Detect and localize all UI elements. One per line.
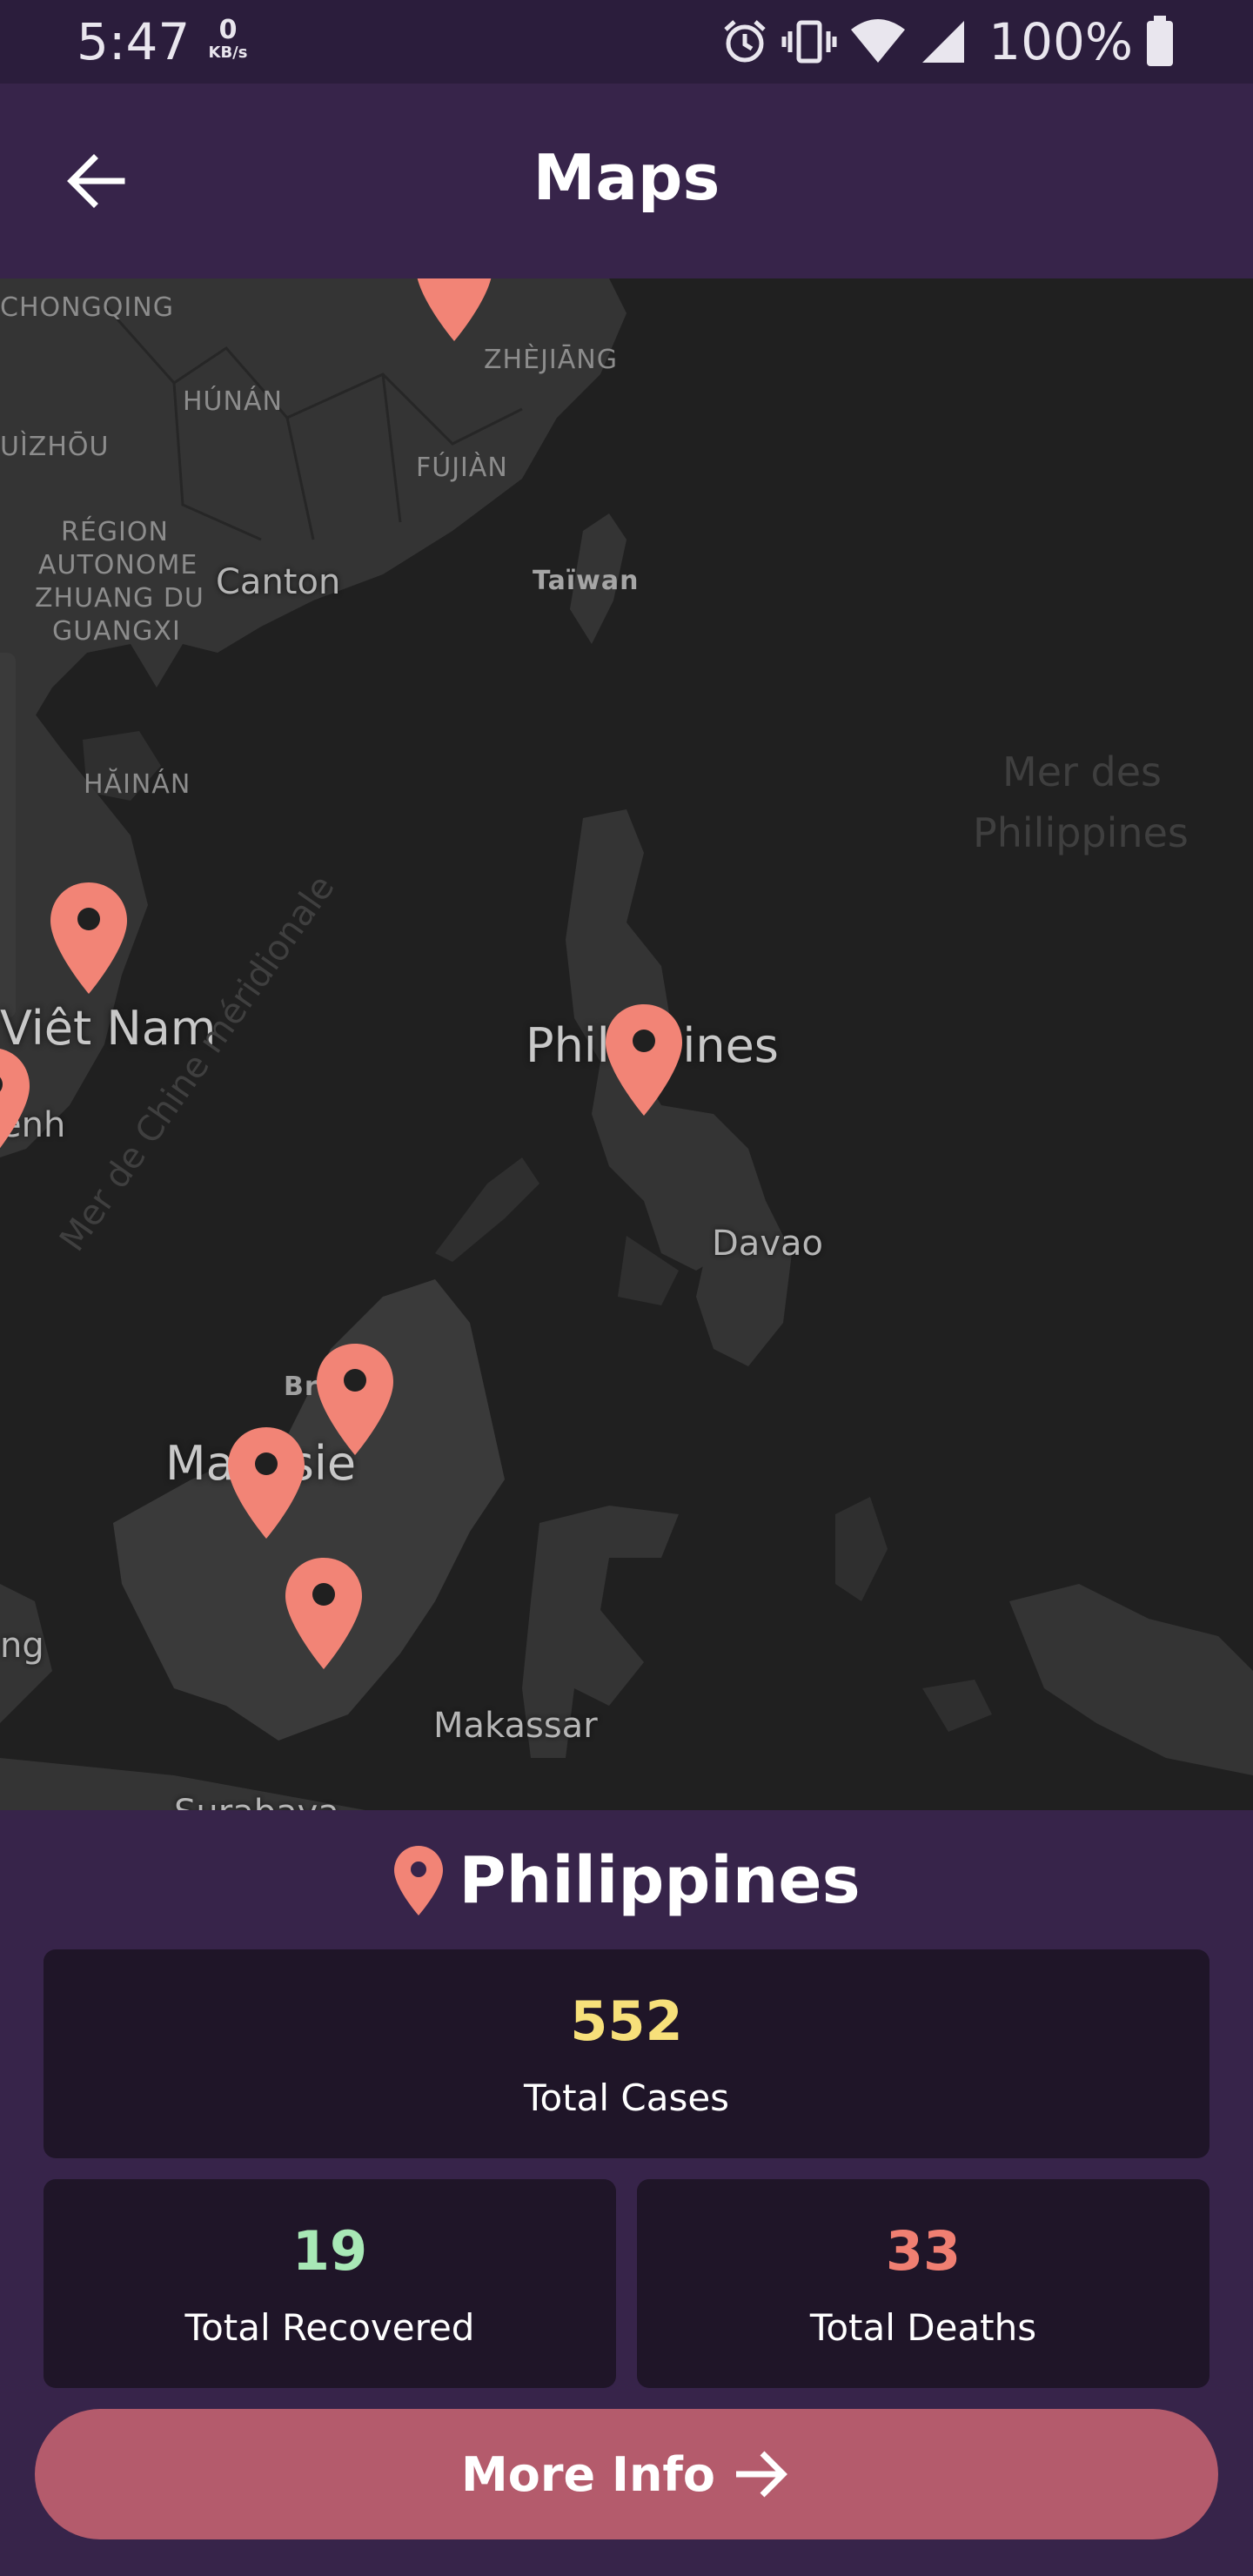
map-label: Makassar — [433, 1706, 598, 1746]
status-time: 5:47 — [77, 12, 191, 71]
map-marker-selected[interactable] — [602, 1001, 686, 1119]
map-label: Surabaya — [174, 1793, 339, 1810]
map-label: UÌZHŌU — [0, 432, 110, 462]
total-cases-card: 552 Total Cases — [44, 1949, 1209, 2158]
app-bar: Maps — [0, 84, 1253, 278]
total-recovered-card: 19 Total Recovered — [44, 2179, 616, 2388]
map-label: Davao — [712, 1224, 823, 1264]
wifi-icon — [849, 17, 907, 66]
map-view[interactable]: CHONGQING ZHÈJIĀNG HÚNÁN UÌZHŌU FÚJIÀN R… — [0, 278, 1253, 1810]
location-pin-icon — [394, 1846, 444, 1915]
map-marker[interactable] — [282, 1554, 365, 1673]
total-recovered-value: 19 — [291, 2219, 368, 2283]
map-label: ng — [0, 1626, 44, 1666]
vibrate-icon — [781, 17, 837, 66]
map-label: HĂINÁN — [84, 769, 191, 800]
more-info-button[interactable]: More Info — [35, 2409, 1218, 2539]
map-marker[interactable] — [0, 1044, 33, 1163]
status-bar: 5:47 0 KB/s 100% — [0, 0, 1253, 84]
map-label: Philippines — [973, 809, 1189, 856]
map-label: AUTONOME — [38, 550, 198, 580]
status-icons: 100% — [720, 12, 1175, 71]
total-deaths-label: Total Deaths — [809, 2306, 1037, 2349]
total-cases-label: Total Cases — [523, 2076, 730, 2119]
map-label: Taïwan — [533, 566, 640, 596]
map-label: FÚJIÀN — [416, 453, 508, 483]
map-marker[interactable] — [412, 278, 496, 345]
map-marker[interactable] — [47, 879, 131, 997]
map-label: RÉGION — [61, 517, 169, 547]
page-title: Maps — [533, 141, 720, 214]
total-recovered-label: Total Recovered — [184, 2306, 475, 2349]
network-speed-unit: KB/s — [208, 44, 248, 62]
map-marker[interactable] — [224, 1424, 308, 1542]
total-cases-value: 552 — [570, 1989, 683, 2053]
map-label: GUANGXI — [52, 616, 181, 647]
battery-icon — [1145, 16, 1175, 68]
signal-icon — [919, 17, 968, 66]
map-label: HÚNÁN — [183, 386, 283, 417]
country-name: Philippines — [459, 1843, 861, 1918]
map-edge-handle — [0, 653, 16, 1018]
map-marker[interactable] — [313, 1340, 397, 1459]
battery-percent: 100% — [988, 12, 1133, 71]
map-label: ZHUANG DU — [35, 583, 204, 614]
arrow-right-icon — [736, 2451, 787, 2498]
alarm-icon — [720, 17, 769, 66]
country-info-panel: Philippines 552 Total Cases 19 Total Rec… — [0, 1810, 1253, 2576]
network-speed-value: 0 — [218, 15, 238, 45]
map-label: CHONGQING — [0, 292, 174, 323]
total-deaths-value: 33 — [885, 2219, 962, 2283]
map-label: Mer des — [1002, 748, 1162, 795]
country-header: Philippines — [0, 1841, 1253, 1920]
more-info-label: More Info — [460, 2446, 716, 2502]
total-deaths-card: 33 Total Deaths — [637, 2179, 1209, 2388]
network-speed: 0 KB/s — [202, 17, 254, 61]
map-label: ZHÈJIĀNG — [484, 345, 618, 375]
map-label: Canton — [216, 562, 341, 602]
